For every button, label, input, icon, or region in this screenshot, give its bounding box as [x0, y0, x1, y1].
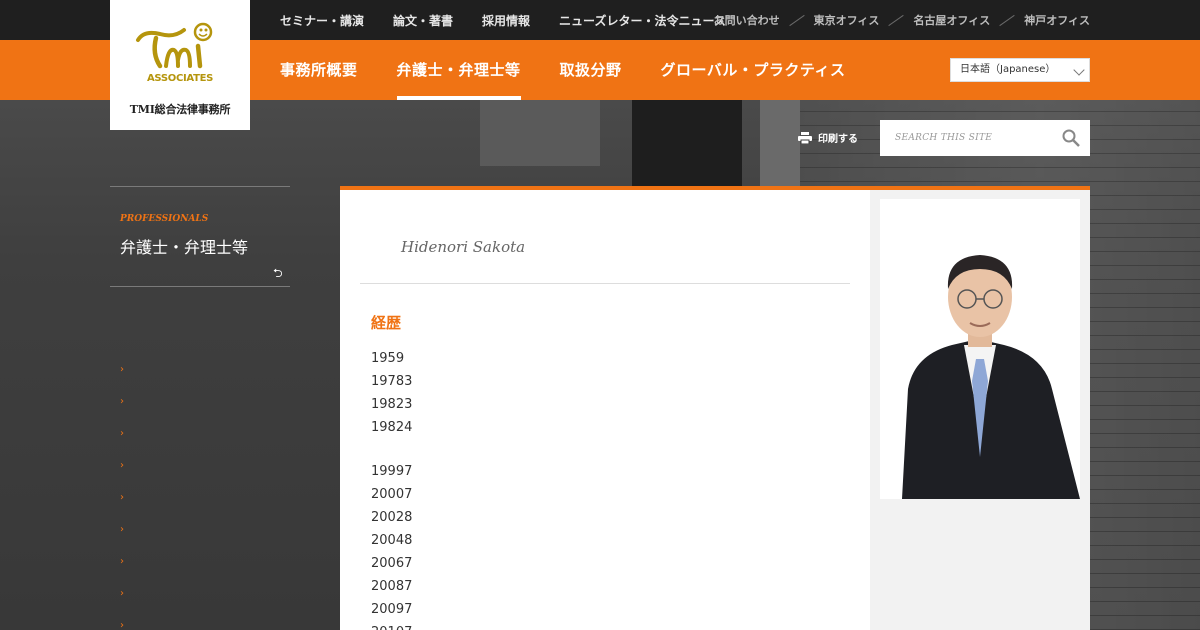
nav-item-about[interactable]: 事務所概要	[280, 40, 358, 100]
main-nav: 事務所概要 弁護士・弁理士等 取扱分野 グローバル・プラクティス	[280, 40, 885, 100]
util-link-newsletter[interactable]: ニューズレター・法令ニュース	[559, 12, 726, 29]
utility-nav: セミナー・講演 論文・著書 採用情報 ニューズレター・法令ニュース	[280, 0, 755, 40]
util-link-publications[interactable]: 論文・著書	[393, 12, 453, 29]
nav-item-global-practice[interactable]: グローバル・プラクティス	[661, 40, 846, 100]
career-year: 20087	[371, 579, 413, 594]
sidebar-list-chevron-icon[interactable]: ›	[120, 588, 124, 620]
logo-tagline: ASSOCIATES	[146, 73, 214, 84]
sidebar-list-chevron-icon[interactable]: ›	[120, 492, 124, 524]
career-year: 20028	[371, 510, 413, 525]
sidebar: PROFESSIONALS 弁護士・弁理士等 ⮌	[110, 186, 290, 287]
logo-firm-name: TMI総合法律事務所	[129, 103, 231, 116]
search-icon[interactable]	[1062, 129, 1080, 147]
sidebar-kicker: PROFESSIONALS	[120, 214, 209, 224]
language-select[interactable]: 日本語（Japanese）	[950, 58, 1090, 82]
sidebar-list-chevron-icon[interactable]: ›	[120, 556, 124, 588]
util-link-recruit[interactable]: 採用情報	[482, 12, 530, 29]
career-year: 19823	[371, 397, 413, 412]
util-link-seminars[interactable]: セミナー・講演	[280, 12, 364, 29]
print-label: 印刷する	[818, 134, 858, 145]
nav-item-practice-areas[interactable]: 取扱分野	[560, 40, 622, 100]
sidebar-list-chevron-icon[interactable]: ›	[120, 620, 124, 630]
portrait-image	[880, 199, 1080, 499]
return-icon[interactable]: ⮌	[273, 264, 283, 285]
site-search[interactable]: SEARCH THIS SITE	[880, 120, 1090, 156]
divider	[110, 286, 290, 287]
career-year: 20067	[371, 556, 413, 571]
divider	[360, 283, 850, 284]
divider	[888, 14, 905, 26]
profile-photo	[880, 199, 1080, 499]
divider	[110, 186, 290, 187]
logo-mark-icon	[136, 22, 213, 69]
language-selected-value: 日本語（Japanese）	[960, 64, 1056, 75]
divider	[999, 14, 1015, 26]
search-input[interactable]: SEARCH THIS SITE	[895, 133, 992, 143]
print-button[interactable]: 印刷する	[798, 130, 858, 145]
career-year: 19997	[371, 464, 413, 479]
sidebar-list-chevron-icon[interactable]: ›	[120, 524, 124, 556]
sidebar-list-chevron-icon[interactable]: ›	[120, 428, 124, 460]
nav-item-professionals[interactable]: 弁護士・弁理士等	[396, 40, 521, 100]
util-link-contact[interactable]: お問い合わせ	[714, 12, 780, 28]
career-year: 20097	[371, 602, 413, 617]
career-year: 19824	[371, 420, 413, 435]
sidebar-list-chevron-icon[interactable]: ›	[120, 460, 124, 492]
career-years-list: 1959 19783 19823 19824 19997 20007 20028…	[371, 347, 412, 630]
sidebar-list-chevron-icon[interactable]: ›	[120, 396, 124, 428]
career-year: 1959	[371, 351, 405, 366]
career-year: 19783	[371, 374, 413, 389]
career-year: 20107	[371, 621, 412, 630]
util-link-tokyo-office[interactable]: 東京オフィス	[814, 12, 880, 28]
site-logo[interactable]: ASSOCIATES TMI総合法律事務所	[110, 0, 250, 130]
sidebar-list: › › › › › › › › ›	[120, 364, 124, 630]
profile-name: Hidenori Sakota	[401, 238, 526, 256]
util-link-kobe-office[interactable]: 神戸オフィス	[1024, 12, 1090, 28]
career-heading: 経歴	[371, 314, 402, 332]
printer-icon	[798, 131, 812, 144]
chevron-down-icon	[1073, 64, 1085, 76]
career-year: 20007	[371, 487, 413, 502]
util-link-nagoya-office[interactable]: 名古屋オフィス	[913, 12, 990, 28]
divider	[788, 14, 805, 26]
career-year: 20048	[371, 533, 413, 548]
utility-right-links: お問い合わせ 東京オフィス 名古屋オフィス 神戸オフィス	[714, 0, 1090, 40]
sidebar-title: 弁護士・弁理士等	[120, 238, 249, 257]
sidebar-list-chevron-icon[interactable]: ›	[120, 364, 124, 396]
